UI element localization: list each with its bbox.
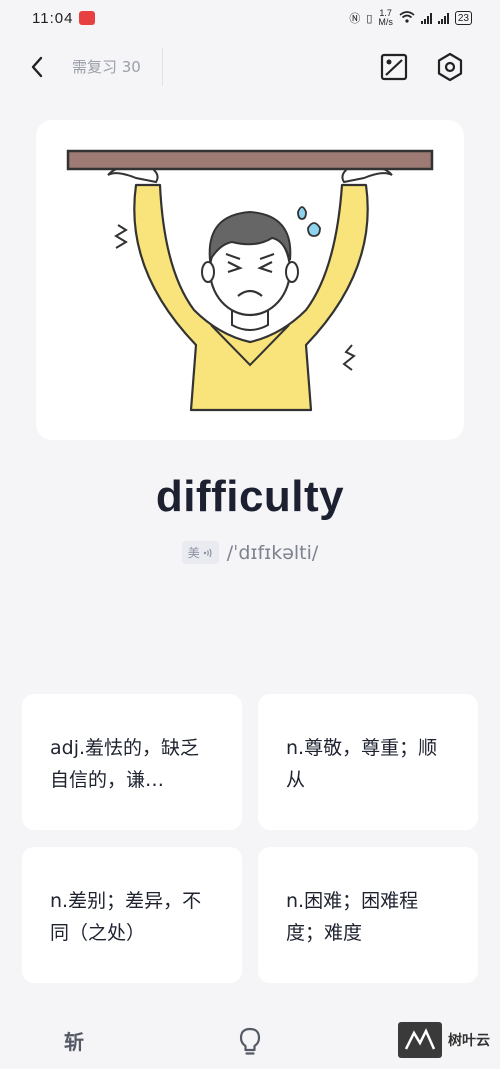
wifi-icon: [399, 10, 415, 26]
watermark: 树叶云: [398, 1022, 490, 1058]
vibrate-icon: ▯: [366, 12, 373, 25]
settings-button[interactable]: [434, 51, 466, 83]
app-notification-icon: [79, 11, 96, 25]
watermark-text: 树叶云: [448, 1033, 490, 1049]
signal-icon: [420, 12, 432, 24]
bottom-bar: 斩 树叶云: [0, 1012, 500, 1069]
option-text: n.困难；困难程度；难度: [286, 890, 419, 944]
image-toggle-button[interactable]: [378, 51, 410, 83]
answer-option-4[interactable]: n.困难；困难程度；难度: [258, 847, 478, 983]
pronounce-button[interactable]: 美: [181, 541, 219, 564]
answer-option-1[interactable]: adj.羞怯的，缺乏自信的，谦…: [22, 694, 242, 830]
accent-label: 美: [187, 546, 200, 560]
speaker-icon: [203, 548, 212, 557]
back-button[interactable]: [22, 52, 52, 82]
vocab-word: difficulty: [155, 472, 345, 521]
status-bar: 11:04 Ⓝ ▯ 1.7 M/s 23: [0, 0, 500, 36]
hexagon-settings-icon: [437, 52, 463, 82]
answer-option-2[interactable]: n.尊敬，尊重；顺从: [258, 694, 478, 830]
option-text: n.差别；差异，不同（之处）: [50, 890, 202, 944]
review-count: 需复习 30: [72, 58, 141, 76]
option-text: n.尊敬，尊重；顺从: [286, 737, 438, 791]
illustration-card: [36, 120, 464, 440]
answer-option-3[interactable]: n.差别；差异，不同（之处）: [22, 847, 242, 983]
battery-icon: 23: [454, 11, 472, 25]
phonetic-text: /ˈdɪfɪkəlti/: [226, 541, 319, 564]
struggling-person-illustration: [66, 149, 434, 412]
pronunciation-row: 美 /ˈdɪfɪkəlti/: [0, 541, 500, 564]
image-icon: [380, 53, 408, 81]
divider: [162, 48, 163, 86]
network-speed: 1.7 M/s: [378, 8, 393, 27]
chevron-left-icon: [31, 56, 43, 78]
hint-button[interactable]: [236, 1026, 264, 1056]
cut-word-button[interactable]: 斩: [64, 1026, 84, 1055]
header: 需复习 30: [0, 44, 500, 90]
clock: 11:04: [32, 9, 74, 27]
nfc-icon: Ⓝ: [349, 13, 361, 25]
option-text: adj.羞怯的，缺乏自信的，谦…: [50, 737, 200, 791]
lightbulb-icon: [239, 1027, 261, 1055]
signal-icon-2: [437, 12, 449, 24]
watermark-logo: [398, 1022, 442, 1058]
